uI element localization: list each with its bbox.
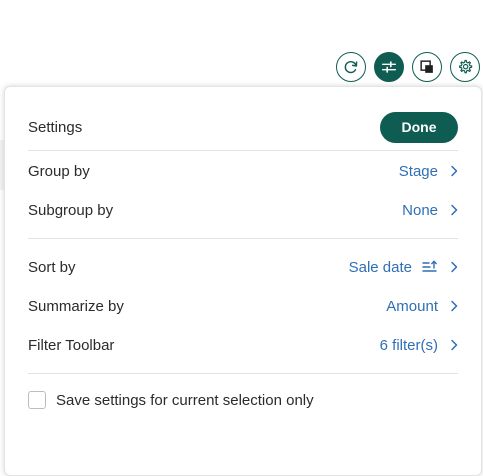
settings-header: Settings Done: [28, 111, 458, 143]
save-settings-label: Save settings for current selection only: [56, 391, 314, 409]
chevron-right-icon: [451, 261, 458, 273]
chevron-right-icon: [451, 339, 458, 351]
filter-toolbar-label: Filter Toolbar: [28, 336, 115, 354]
filter-toolbar-value-text: 6 filter(s): [379, 336, 438, 354]
summarize-by-value: Amount: [386, 298, 458, 315]
refresh-icon: [344, 61, 358, 74]
subgroup-by-value: None: [402, 202, 458, 219]
group-by-label: Group by: [28, 162, 90, 180]
divider: [28, 373, 458, 374]
summarize-by-value-text: Amount: [386, 297, 438, 315]
divider: [28, 150, 458, 151]
settings-panel: Settings Done Group by Stage Subgroup by…: [4, 86, 482, 476]
view-settings-button[interactable]: [374, 52, 404, 82]
sort-by-value: Sale date: [349, 259, 458, 276]
chevron-right-icon: [451, 165, 458, 177]
subgroup-by-value-text: None: [402, 201, 438, 219]
sort-ascending-icon: [422, 260, 437, 272]
settings-title: Settings: [28, 118, 83, 136]
group-by-value-text: Stage: [398, 162, 438, 180]
divider: [28, 238, 458, 239]
popout-button[interactable]: [412, 52, 442, 82]
refresh-button[interactable]: [336, 52, 366, 82]
group-by-value: Stage: [399, 163, 458, 180]
filter-toolbar-value: 6 filter(s): [380, 337, 458, 354]
filter-toolbar-row[interactable]: Filter Toolbar 6 filter(s): [28, 330, 458, 360]
gear-icon: [459, 59, 473, 74]
done-button[interactable]: Done: [380, 111, 458, 143]
summarize-by-row[interactable]: Summarize by Amount: [28, 291, 458, 321]
subgroup-by-label: Subgroup by: [28, 201, 114, 219]
save-settings-checkbox[interactable]: [28, 391, 46, 409]
sort-by-row[interactable]: Sort by Sale date: [28, 252, 458, 282]
save-settings-option[interactable]: Save settings for current selection only: [28, 389, 314, 411]
copy-window-icon: [420, 60, 433, 73]
subgroup-by-row[interactable]: Subgroup by None: [28, 195, 458, 225]
view-toolbar: [336, 52, 480, 82]
gear-button[interactable]: [450, 52, 480, 82]
group-by-row[interactable]: Group by Stage: [28, 156, 458, 186]
sort-by-label: Sort by: [28, 258, 76, 276]
sliders-icon: [381, 61, 397, 73]
chevron-right-icon: [451, 300, 458, 312]
sort-by-value-text: Sale date: [348, 258, 412, 276]
summarize-by-label: Summarize by: [28, 297, 124, 315]
chevron-right-icon: [451, 204, 458, 216]
